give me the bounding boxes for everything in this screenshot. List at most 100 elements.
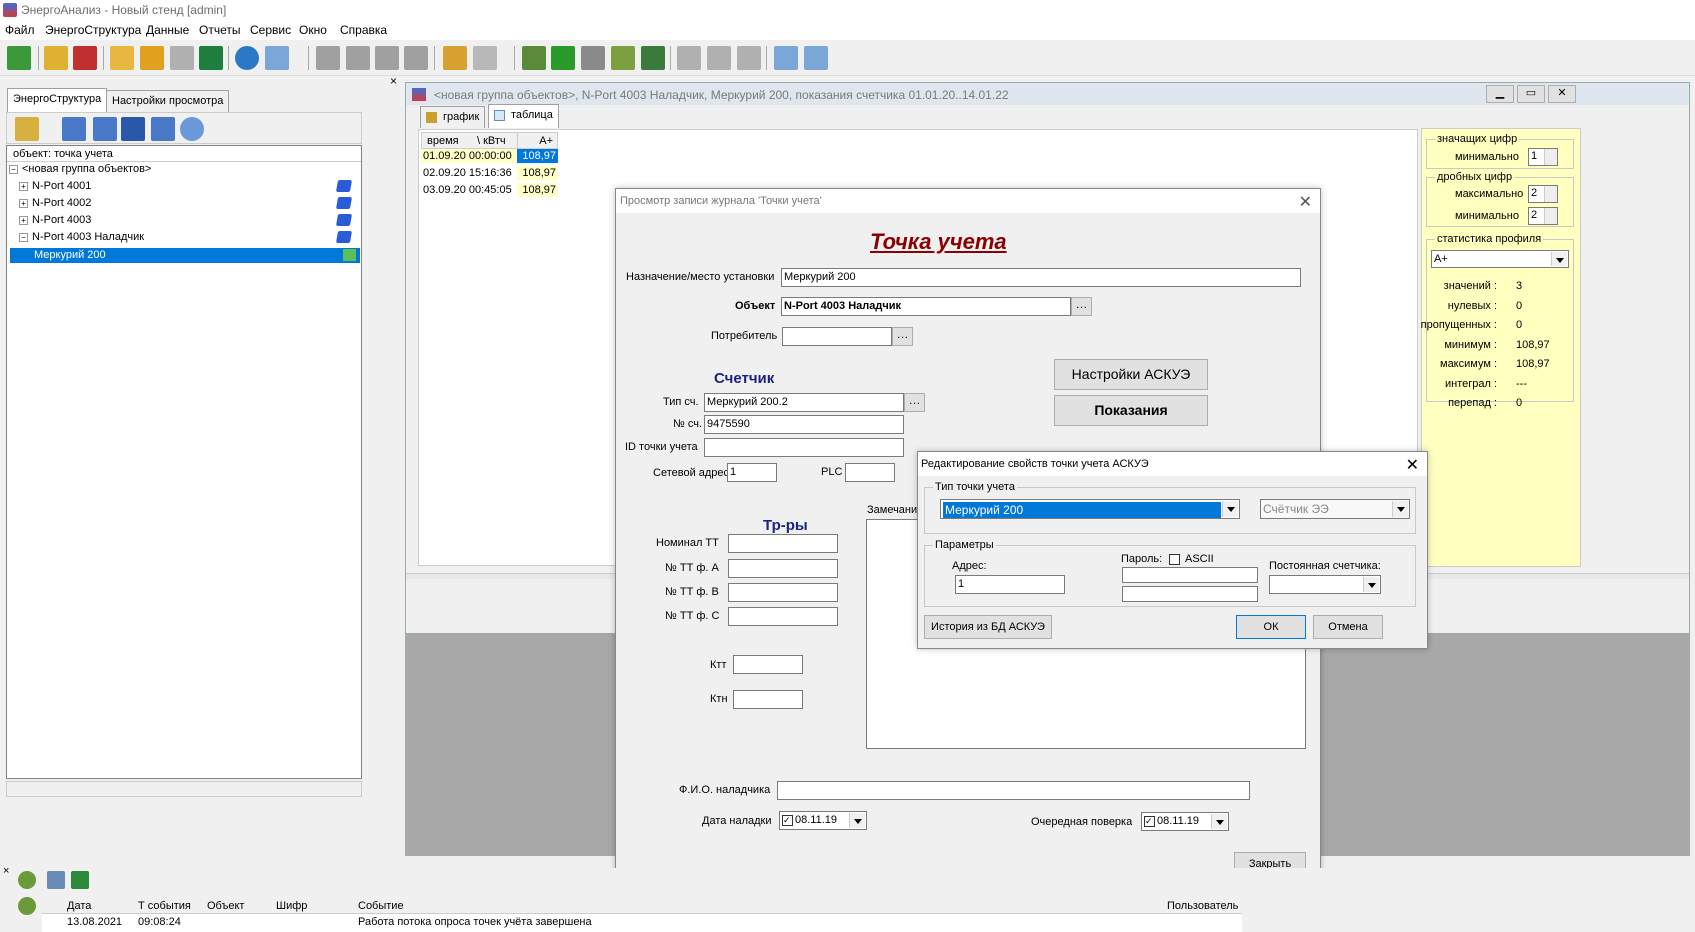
- history-button[interactable]: История из БД АСКУЭ: [924, 615, 1052, 639]
- tt-a-field[interactable]: [728, 559, 838, 578]
- ascii-checkbox[interactable]: [1169, 554, 1180, 565]
- dest-field[interactable]: Меркурий 200: [781, 268, 1301, 287]
- mdi-maximize-button[interactable]: ▭: [1517, 85, 1545, 103]
- meter-number-field[interactable]: 9475590: [704, 415, 904, 434]
- log-col-code[interactable]: Шифр: [276, 900, 307, 912]
- grid-cell-time[interactable]: 03.09.20 00:45:05: [421, 183, 517, 197]
- log-settings-icon[interactable]: [47, 871, 65, 889]
- object-field[interactable]: N-Port 4003 Наладчик: [781, 297, 1071, 316]
- table-icon[interactable]: [522, 46, 546, 70]
- run-icon[interactable]: [551, 46, 575, 70]
- props-icon[interactable]: [62, 117, 86, 141]
- check-date-field[interactable]: ✓ 08.11.19: [1141, 812, 1229, 831]
- ok-button[interactable]: ОК: [1236, 615, 1306, 639]
- tab-graph[interactable]: график: [420, 106, 486, 128]
- meter-type-field[interactable]: Меркурий 200.2: [704, 393, 904, 412]
- horizontal-scrollbar[interactable]: [6, 781, 362, 797]
- gear2-icon[interactable]: [18, 897, 36, 915]
- consumer-field[interactable]: [782, 327, 892, 346]
- export-icon[interactable]: [443, 46, 467, 70]
- list-icon[interactable]: [151, 117, 175, 141]
- const-select[interactable]: [1269, 575, 1381, 594]
- net-address-field[interactable]: 1: [727, 463, 777, 482]
- log-col-time[interactable]: Т события: [138, 900, 191, 912]
- menu-file[interactable]: Файл: [5, 23, 35, 37]
- edit-icon[interactable]: [611, 46, 635, 70]
- gauge-icon[interactable]: [641, 46, 665, 70]
- print-icon[interactable]: [170, 46, 194, 70]
- grid-cell-time[interactable]: 02.09.20 15:16:36: [421, 166, 517, 180]
- checkbox-icon[interactable]: ✓: [782, 814, 793, 826]
- tile-vertical-icon[interactable]: [707, 46, 731, 70]
- tree-item-selected[interactable]: Меркурий 200: [10, 248, 360, 263]
- menu-service[interactable]: Сервис: [250, 23, 291, 37]
- close-icon[interactable]: ✕: [1299, 192, 1312, 212]
- consumer-browse-button[interactable]: …: [892, 327, 913, 346]
- excel-icon[interactable]: [199, 46, 223, 70]
- log-col-event[interactable]: Событие: [358, 900, 404, 912]
- address-field[interactable]: 1: [955, 575, 1065, 594]
- gear-icon[interactable]: [18, 871, 36, 889]
- point-type-select[interactable]: Меркурий 200: [940, 499, 1240, 519]
- record-icon[interactable]: [121, 117, 145, 141]
- ktn-field[interactable]: [733, 690, 803, 709]
- readings-button[interactable]: Показания: [1054, 395, 1208, 426]
- chart-icon[interactable]: [73, 46, 97, 70]
- tree-item-nport4003-naladchik[interactable]: − N-Port 4003 Наладчик: [19, 231, 359, 243]
- bar-chart2-icon[interactable]: [346, 46, 370, 70]
- close-log-icon[interactable]: ×: [3, 865, 9, 877]
- date-field[interactable]: ✓ 08.11.19: [779, 811, 867, 830]
- menu-window[interactable]: Окно: [299, 23, 327, 37]
- props2-icon[interactable]: [93, 117, 117, 141]
- grid-cell-time[interactable]: 01.09.20 00:00:00: [421, 149, 517, 163]
- search-icon[interactable]: [180, 117, 204, 141]
- ktt-field[interactable]: [733, 655, 803, 674]
- menu-data[interactable]: Данные: [146, 23, 189, 37]
- add-icon[interactable]: [15, 117, 39, 141]
- grid-cell-value[interactable]: 108,97: [517, 149, 558, 163]
- frac-min-spinner[interactable]: 2: [1528, 207, 1558, 225]
- connect-icon[interactable]: [7, 46, 31, 70]
- device-icon[interactable]: [581, 46, 605, 70]
- menu-help[interactable]: Справка: [340, 23, 387, 37]
- tree-root[interactable]: − <новая группа объектов>: [9, 163, 151, 175]
- menu-energostructure[interactable]: ЭнергоСтруктура: [45, 23, 141, 37]
- save-icon[interactable]: [140, 46, 164, 70]
- tree-item-nport4003[interactable]: + N-Port 4003: [19, 214, 359, 226]
- plc-field[interactable]: [845, 463, 895, 482]
- cancel-button[interactable]: Отмена: [1313, 615, 1383, 639]
- tab-table[interactable]: таблица: [488, 104, 559, 128]
- window2-icon[interactable]: [804, 46, 828, 70]
- profile-select[interactable]: A+: [1431, 250, 1569, 268]
- sig-min-spinner[interactable]: 1: [1528, 148, 1558, 166]
- tile-horizontal-icon[interactable]: [737, 46, 761, 70]
- askue-settings-button[interactable]: Настройки АСКУЭ: [1054, 359, 1208, 390]
- tab-energostructure[interactable]: ЭнергоСтруктура: [7, 88, 108, 112]
- grid-cell-value[interactable]: 108,97: [517, 166, 558, 180]
- tree-item-nport4002[interactable]: + N-Port 4002: [19, 197, 359, 209]
- log-col-date[interactable]: Дата: [67, 900, 91, 912]
- menu-reports[interactable]: Отчеты: [199, 23, 240, 37]
- grid-cell-value[interactable]: 108,97: [517, 183, 558, 197]
- device-type-select[interactable]: Счётчик ЭЭ: [1260, 499, 1410, 519]
- type-browse-button[interactable]: …: [904, 393, 925, 412]
- cascade-icon[interactable]: [677, 46, 701, 70]
- mdi-close-button[interactable]: ✕: [1548, 85, 1576, 103]
- grid-header-aplus[interactable]: A+: [517, 132, 558, 149]
- window-icon[interactable]: [774, 46, 798, 70]
- meter-id-field[interactable]: [704, 438, 904, 457]
- calendar-icon[interactable]: [265, 46, 289, 70]
- open-folder-icon[interactable]: [110, 46, 134, 70]
- tab-view-settings[interactable]: Настройки просмотра: [106, 90, 230, 112]
- log-col-object[interactable]: Объект: [207, 900, 244, 912]
- tree-item-nport4001[interactable]: + N-Port 4001: [19, 180, 359, 192]
- refresh-icon[interactable]: [235, 46, 259, 70]
- password-confirm-field[interactable]: [1122, 586, 1258, 602]
- tt-c-field[interactable]: [728, 607, 838, 626]
- frac-max-spinner[interactable]: 2: [1528, 185, 1558, 203]
- log-clear-icon[interactable]: [71, 871, 89, 889]
- close-icon[interactable]: ✕: [1406, 455, 1419, 475]
- filter-icon[interactable]: [473, 46, 497, 70]
- grid-header-time[interactable]: время: [425, 134, 461, 148]
- tt-nominal-field[interactable]: [728, 534, 838, 553]
